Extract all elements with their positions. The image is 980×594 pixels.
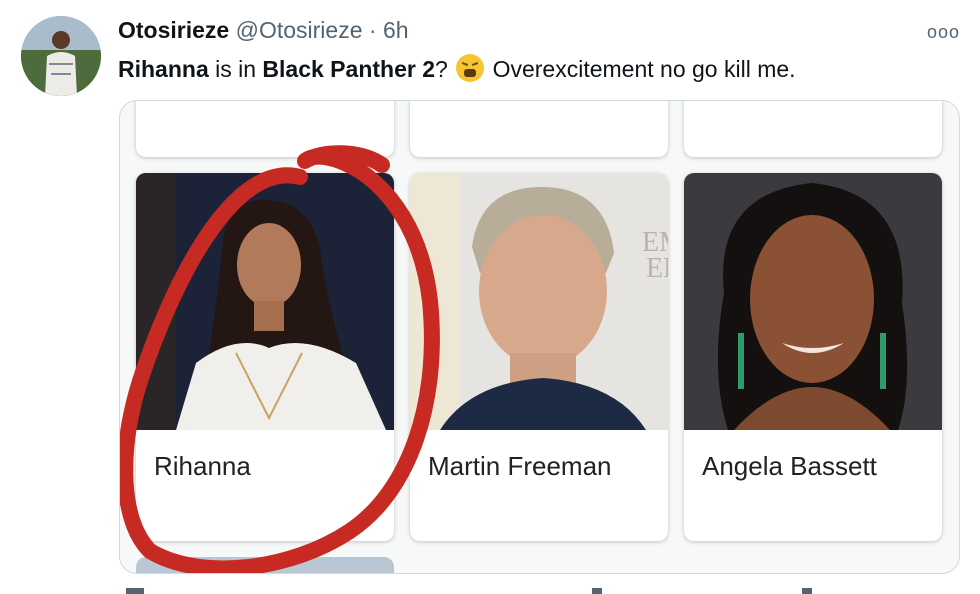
cast-card-martin-freeman[interactable]: EM ELI Martin Freeman — [410, 173, 668, 541]
action-bar-cutoff — [126, 588, 812, 594]
tweet-text: Rihanna is in Black Panther 2? Overexcit… — [118, 54, 796, 83]
tweet-media[interactable]: Rihanna EM ELI Martin Freeman Angela Bas… — [119, 100, 960, 574]
tweet-text-plain-1: is in — [208, 56, 263, 82]
cast-name-angela-bassett: Angela Bassett — [702, 451, 877, 481]
tweet-header: Otosirieze @Otosirieze · 6h — [118, 17, 920, 47]
tweet-text-plain-3: Overexcitement no go kill me. — [492, 56, 796, 82]
user-handle[interactable]: @Otosirieze — [236, 17, 363, 43]
separator-dot: · — [368, 17, 377, 43]
display-name[interactable]: Otosirieze — [118, 17, 229, 43]
cast-card-angela-bassett[interactable]: Angela Bassett — [684, 173, 942, 541]
top-card-3 — [684, 101, 942, 157]
avatar[interactable] — [21, 16, 101, 96]
martin-freeman-photo: EM ELI — [410, 173, 668, 430]
weary-face-icon — [456, 54, 485, 82]
cast-name-martin-freeman: Martin Freeman — [428, 451, 612, 481]
tweet-text-plain-2: ? — [435, 56, 448, 82]
tweet-text-bold-2: Black Panther 2 — [262, 56, 436, 82]
tweet-text-bold-1: Rihanna — [118, 56, 209, 82]
top-card-2 — [410, 101, 668, 157]
avatar-photo — [21, 16, 101, 96]
timestamp[interactable]: 6h — [383, 17, 409, 43]
more-options-icon[interactable]: ooo — [927, 22, 960, 43]
top-card-1 — [136, 101, 394, 157]
cast-card-rihanna[interactable]: Rihanna — [136, 173, 394, 541]
next-row-card-peek — [136, 557, 394, 573]
cast-name-rihanna: Rihanna — [154, 451, 251, 481]
angela-bassett-photo — [684, 173, 942, 430]
rihanna-photo — [136, 173, 394, 430]
svg-text:ELI: ELI — [646, 253, 668, 284]
